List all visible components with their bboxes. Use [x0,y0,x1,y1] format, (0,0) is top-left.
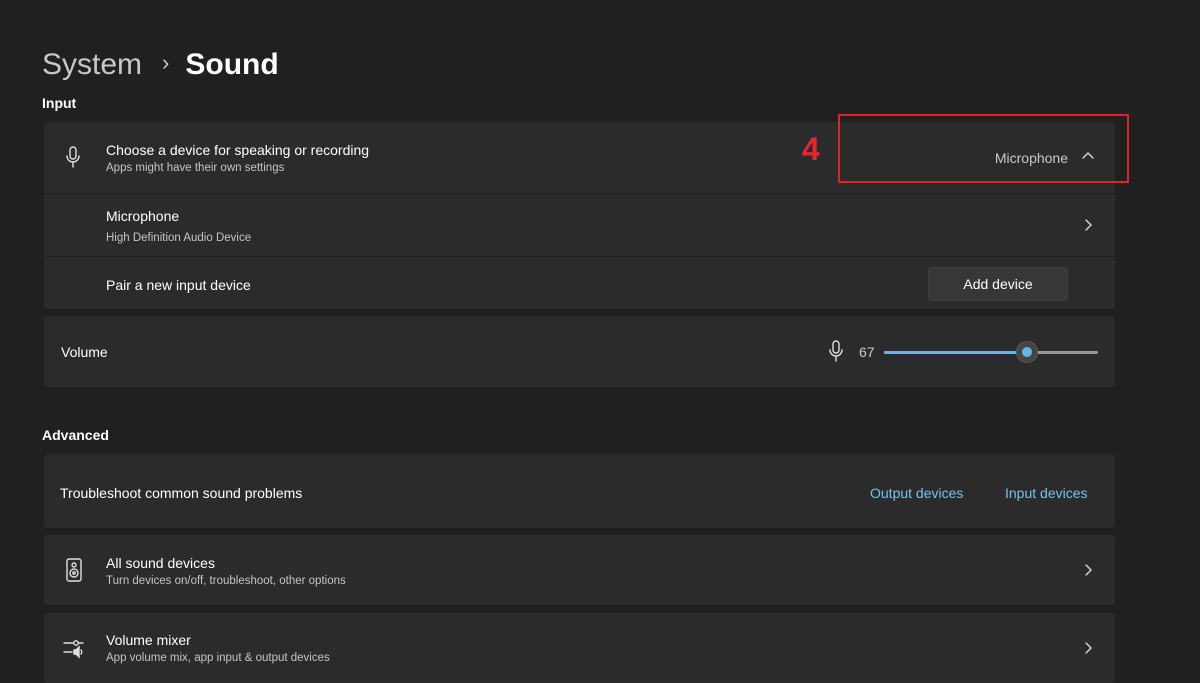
microphone-icon [65,146,81,175]
input-section-label: Input [42,95,77,111]
speaker-icon [65,558,83,587]
volume-label: Volume [61,344,108,360]
volume-slider-fill [884,351,1028,354]
all-sound-devices-title: All sound devices [106,555,215,571]
annotation-step-number: 4 [802,131,820,167]
breadcrumb: System › Sound [42,44,279,86]
troubleshoot-title: Troubleshoot common sound problems [60,485,303,501]
volume-slider[interactable] [884,341,1098,363]
all-sound-devices-subtitle: Turn devices on/off, troubleshoot, other… [106,575,346,587]
microphone-device-row[interactable]: Microphone High Definition Audio Device [44,193,1115,257]
volume-value: 67 [859,344,875,360]
chevron-right-icon [1081,218,1095,237]
chevron-right-icon [1081,641,1095,660]
pair-input-device-row: Pair a new input device Add device [44,256,1115,310]
microphone-subtitle: High Definition Audio Device [106,232,252,244]
microphone-mute-icon[interactable] [828,340,844,369]
volume-mixer-subtitle: App volume mix, app input & output devic… [106,652,330,664]
microphone-title: Microphone [106,208,180,224]
breadcrumb-separator: › [162,50,170,75]
input-devices-link[interactable]: Input devices [1005,485,1088,501]
advanced-section-label: Advanced [42,427,109,443]
output-devices-link[interactable]: Output devices [870,485,963,501]
breadcrumb-system-link[interactable]: System [42,48,142,82]
mixer-icon [63,635,87,664]
choose-device-subtitle: Apps might have their own settings [106,162,285,174]
annotation-highlight-box [838,114,1129,183]
all-sound-devices-row[interactable]: All sound devices Turn devices on/off, t… [44,535,1115,605]
page-title: Sound [185,48,279,81]
chevron-right-icon [1081,563,1095,582]
volume-mixer-row[interactable]: Volume mixer App volume mix, app input &… [44,613,1115,683]
add-device-button[interactable]: Add device [928,267,1068,301]
volume-mixer-title: Volume mixer [106,632,191,648]
choose-device-title: Choose a device for speaking or recordin… [106,142,370,158]
troubleshoot-card: Troubleshoot common sound problems Outpu… [44,454,1115,528]
pair-device-title: Pair a new input device [106,277,251,293]
